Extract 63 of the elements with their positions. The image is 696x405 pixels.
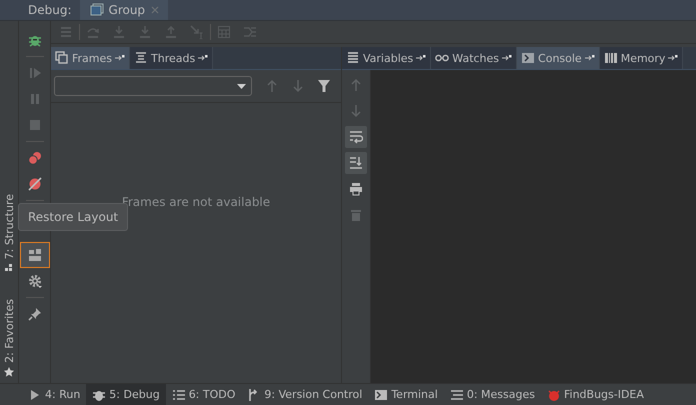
panel-tab[interactable]: Frames xyxy=(51,47,130,69)
tool-window-tab[interactable]: 5: Debug xyxy=(86,384,166,405)
panel-tab[interactable]: Watches xyxy=(431,47,518,69)
down-arrow-icon[interactable] xyxy=(349,104,363,118)
wrap-icon[interactable] xyxy=(349,130,363,144)
structure-icon xyxy=(4,263,14,274)
tool-window-button[interactable]: 2: Favorites xyxy=(0,299,18,377)
mute-breakpoints-icon[interactable] xyxy=(28,177,42,191)
pin-tab-icon[interactable] xyxy=(502,54,512,62)
restore-layout-button[interactable] xyxy=(20,243,48,267)
stop-icon[interactable] xyxy=(28,118,42,132)
caret-icon xyxy=(237,84,246,88)
tool-window-tab[interactable]: 4: Run xyxy=(22,384,86,405)
close-icon[interactable] xyxy=(150,5,160,15)
trash-icon[interactable] xyxy=(349,208,363,222)
tool-window-tab[interactable]: FindBugs-IDEA xyxy=(540,384,650,405)
terminal-icon xyxy=(374,388,388,402)
console-icon xyxy=(521,51,536,65)
tool-window-button[interactable]: 7: Structure xyxy=(0,194,18,274)
run-to-cursor-icon[interactable] xyxy=(190,25,204,39)
tool-window-tab[interactable]: 9: Version Control xyxy=(241,384,368,405)
star-icon xyxy=(4,367,14,377)
pin-tab-icon[interactable] xyxy=(416,54,426,62)
panel-title: Debug: xyxy=(27,3,73,17)
panel-tab[interactable]: Memory xyxy=(600,47,684,69)
scroll-to-end-icon[interactable] xyxy=(349,156,363,170)
findbugs-icon xyxy=(546,388,561,402)
frames-icon xyxy=(55,51,69,65)
list-icon[interactable] xyxy=(59,25,73,39)
step-over-icon[interactable] xyxy=(86,25,100,39)
panel-tab[interactable]: Variables xyxy=(342,47,432,69)
pin-icon[interactable] xyxy=(28,307,42,321)
resume-icon[interactable] xyxy=(28,66,42,80)
step-out-icon[interactable] xyxy=(164,25,178,39)
force-step-into-icon[interactable] xyxy=(138,25,152,39)
thread-dropdown[interactable] xyxy=(54,76,252,96)
print-icon[interactable] xyxy=(349,182,363,196)
messages-icon xyxy=(450,388,464,402)
up-arrow-icon[interactable] xyxy=(265,79,279,93)
breakpoints-icon[interactable] xyxy=(28,151,42,165)
pin-tab-icon[interactable] xyxy=(115,54,126,62)
list-icon xyxy=(172,388,186,402)
tool-window-tab[interactable]: 0: Messages xyxy=(444,384,541,405)
step-into-icon[interactable] xyxy=(112,25,126,39)
pin-tab-icon[interactable] xyxy=(584,54,595,62)
bug-icon[interactable] xyxy=(28,33,42,47)
filter-icon[interactable] xyxy=(317,79,331,93)
session-tab[interactable]: Group xyxy=(80,0,168,20)
tooltip: Restore Layout xyxy=(18,203,128,231)
tool-window-tab[interactable]: 6: TODO xyxy=(166,384,242,405)
panel-tab[interactable]: Console xyxy=(517,47,600,69)
memory-icon xyxy=(604,51,618,65)
gear-icon[interactable] xyxy=(28,274,42,288)
threads-icon xyxy=(134,51,148,65)
tool-window-tab[interactable]: Terminal xyxy=(368,384,444,405)
pin-tab-icon[interactable] xyxy=(198,54,208,62)
variables-icon xyxy=(346,51,360,65)
layout-icon xyxy=(28,248,42,262)
up-arrow-icon[interactable] xyxy=(349,78,363,92)
pin-tab-icon[interactable] xyxy=(668,54,678,62)
panel-tab[interactable]: Threads xyxy=(130,47,214,69)
window-icon xyxy=(90,3,104,17)
down-arrow-icon[interactable] xyxy=(291,79,305,93)
